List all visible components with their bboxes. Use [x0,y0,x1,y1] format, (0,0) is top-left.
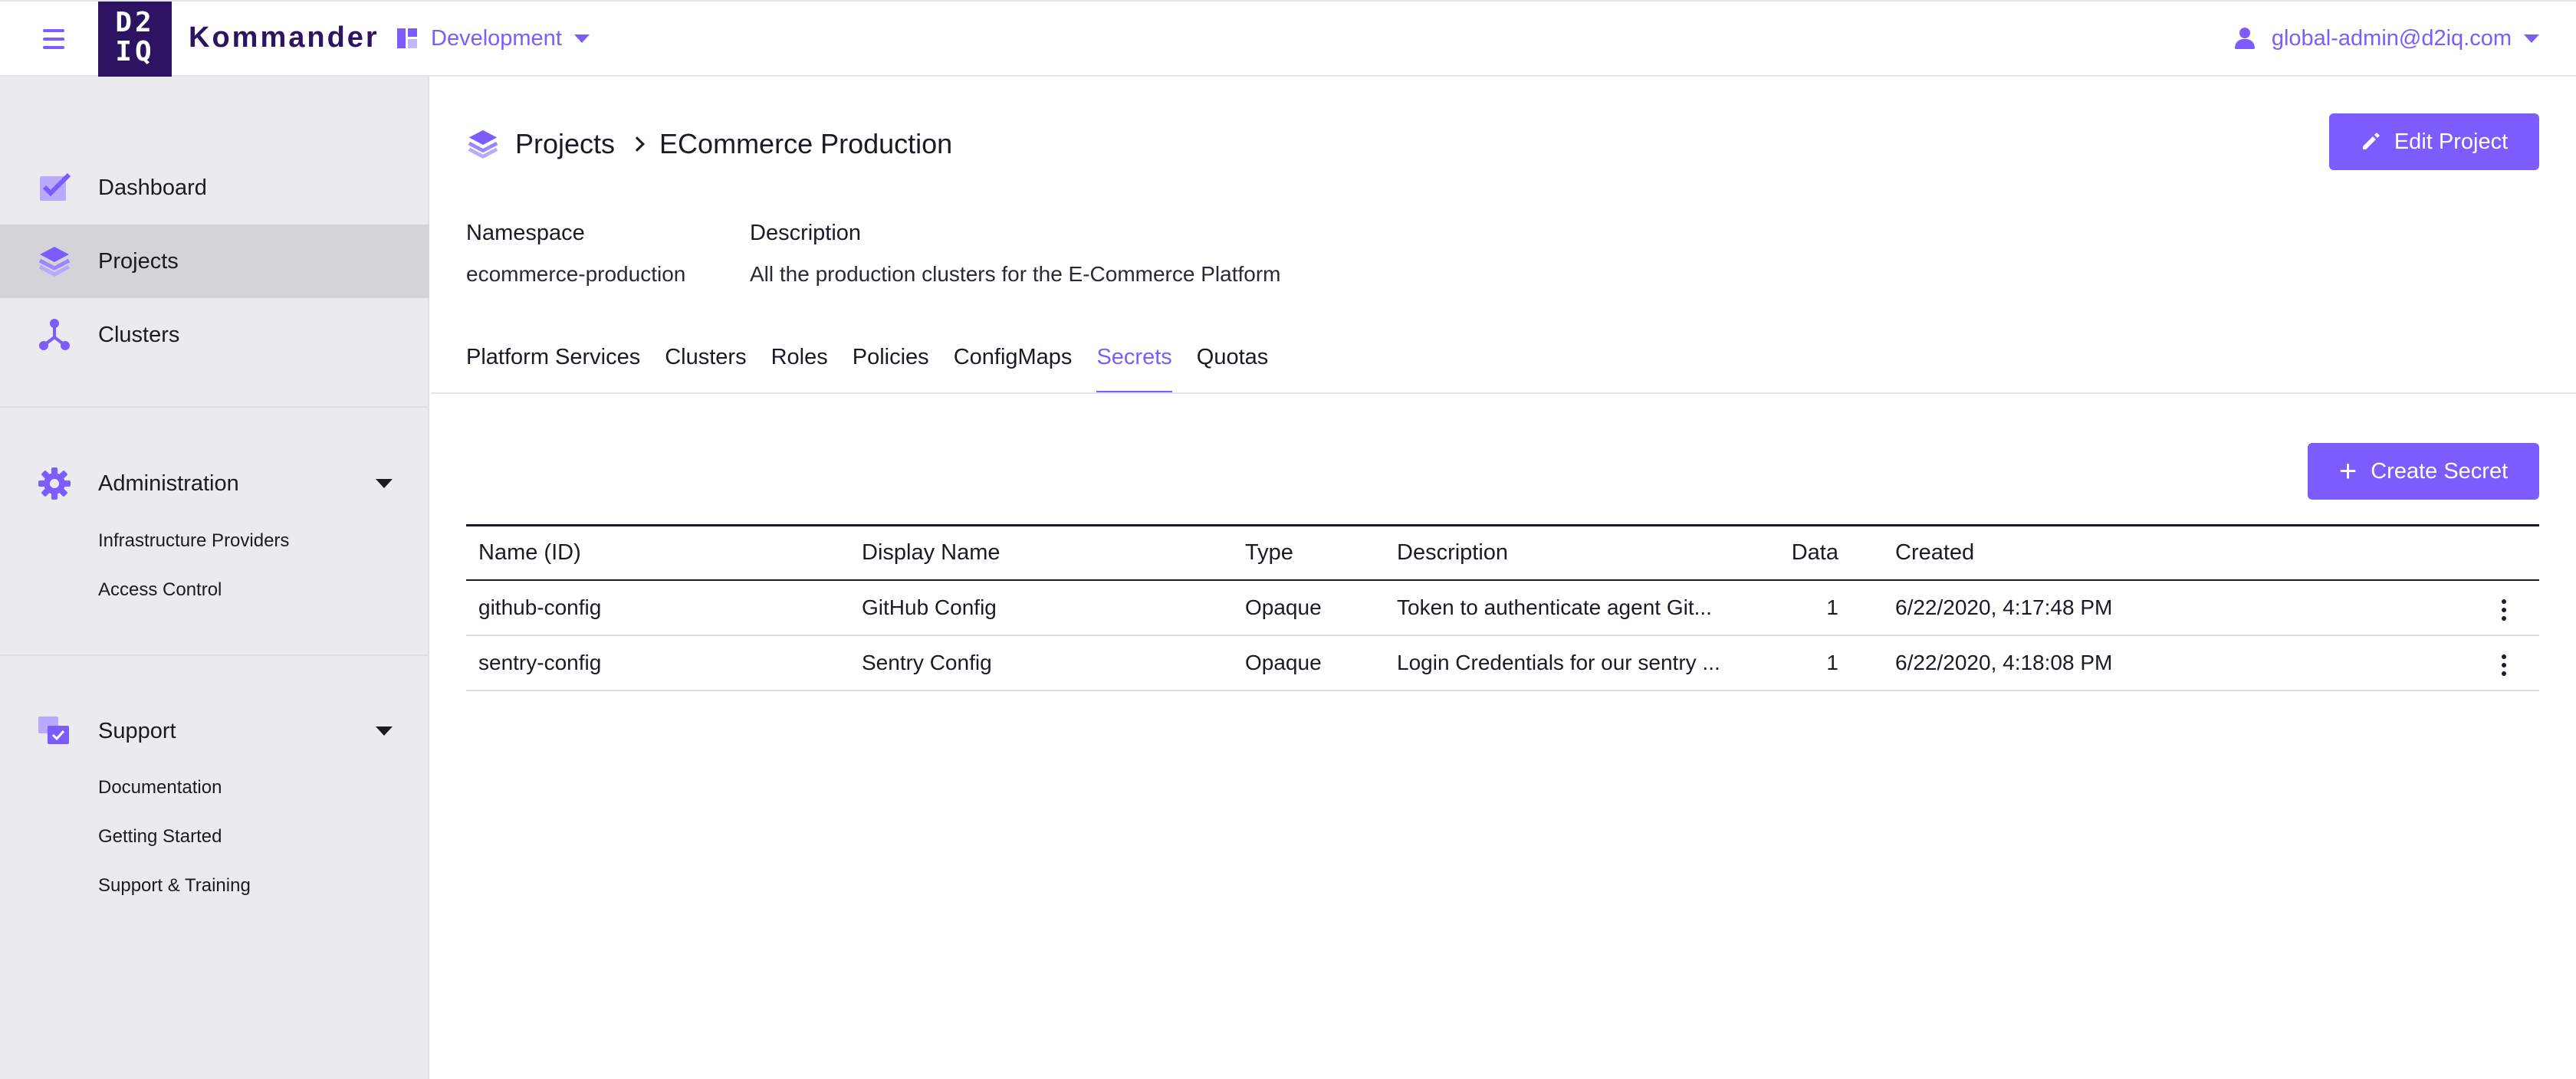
cell-name[interactable]: sentry-config [478,636,846,690]
breadcrumb-projects-link[interactable]: Projects [515,128,615,160]
cell-created: 6/22/2020, 4:17:48 PM [1895,595,2113,619]
sidebar-item-label: Projects [98,248,179,274]
column-header-type[interactable]: Type [1245,526,1383,579]
table-row[interactable]: github-config GitHub Config Opaque Token… [466,581,2539,636]
sidebar-divider [0,654,428,656]
support-icon [38,717,69,744]
tabs-divider [431,392,2576,394]
tab-secrets[interactable]: Secrets [1096,339,1173,394]
cell-name[interactable]: github-config [478,581,846,635]
top-header: D2 IQ Kommander Development global-admin… [0,0,2576,77]
cell-data: 1 [1826,595,1838,619]
hamburger-menu-icon[interactable] [43,29,67,51]
cell-display-name: Sentry Config [862,651,992,674]
sidebar-item-documentation[interactable]: Documentation [98,777,222,799]
description-label: Description [750,221,862,245]
sidebar-section-label: Support [98,718,176,743]
description-value: All the production clusters for the E-Co… [750,262,1281,286]
pencil-icon [2362,133,2380,149]
main-content: Projects ECommerce Production Edit Proje… [431,77,2576,1079]
cell-display-name: GitHub Config [862,595,997,619]
gear-icon [38,467,71,500]
cell-description: Login Credentials for our sentry ... [1397,651,1720,674]
sidebar-item-support-training[interactable]: Support & Training [98,875,251,897]
cell-type: Opaque [1245,595,1322,619]
table-row[interactable]: sentry-config Sentry Config Opaque Login… [466,636,2539,691]
sidebar-item-label: Dashboard [98,175,207,200]
sidebar: Dashboard Projects Clusters Administrati… [0,77,429,1079]
project-tabs: Platform Services Clusters Roles Policie… [466,339,1293,394]
table-header: Name (ID) Display Name Type Description … [466,524,2539,581]
more-options-icon[interactable] [2501,599,2507,621]
user-email: global-admin@d2iq.com [2271,25,2512,51]
sidebar-item-dashboard[interactable]: Dashboard [0,151,429,225]
column-header-display-name[interactable]: Display Name [862,526,1230,579]
chevron-down-icon [573,34,590,43]
sidebar-item-getting-started[interactable]: Getting Started [98,826,222,848]
user-icon [2234,28,2255,49]
tab-policies[interactable]: Policies [853,339,929,394]
sidebar-item-label: Clusters [98,322,180,347]
chevron-down-icon[interactable] [376,726,393,736]
secrets-table: Name (ID) Display Name Type Description … [466,524,2539,691]
edit-project-label: Edit Project [2394,129,2509,154]
clusters-icon [39,319,70,350]
column-header-name[interactable]: Name (ID) [478,526,846,579]
namespace-label: Namespace [466,221,585,245]
sidebar-item-infrastructure-providers[interactable]: Infrastructure Providers [98,530,289,552]
cell-description: Token to authenticate agent Git... [1397,595,1712,619]
sidebar-item-projects[interactable]: Projects [0,225,429,298]
projects-icon [38,247,71,277]
sidebar-item-access-control[interactable]: Access Control [98,579,222,601]
tab-quotas[interactable]: Quotas [1197,339,1269,394]
cell-data: 1 [1826,651,1838,674]
breadcrumb: Projects ECommerce Production [466,123,952,166]
chevron-down-icon[interactable] [376,479,393,488]
sidebar-section-label: Administration [98,471,239,496]
column-header-created[interactable]: Created [1895,526,2355,579]
create-secret-button[interactable]: + Create Secret [2308,443,2539,500]
sidebar-divider [0,406,428,408]
cell-type: Opaque [1245,651,1322,674]
workspace-icon [397,28,417,48]
edit-project-button[interactable]: Edit Project [2329,113,2539,170]
chevron-right-icon [629,136,645,152]
projects-icon [468,130,498,159]
sidebar-section-support[interactable]: Support [0,694,429,768]
cell-created: 6/22/2020, 4:18:08 PM [1895,651,2113,674]
tab-platform-services[interactable]: Platform Services [466,339,640,394]
create-secret-label: Create Secret [2371,458,2509,484]
tab-clusters[interactable]: Clusters [665,339,746,394]
tab-configmaps[interactable]: ConfigMaps [954,339,1073,394]
plus-icon: + [2338,454,2358,488]
namespace-value: ecommerce-production [466,262,686,286]
sidebar-item-clusters[interactable]: Clusters [0,298,429,372]
d2iq-logo[interactable]: D2 IQ [98,2,172,77]
brand-name: Kommander [189,21,380,54]
chevron-down-icon [2524,34,2539,43]
page-title: ECommerce Production [659,128,953,159]
environment-selector[interactable]: Development [397,23,590,54]
environment-label: Development [431,25,562,51]
tab-roles[interactable]: Roles [771,339,828,394]
sidebar-section-administration[interactable]: Administration [0,447,429,520]
dashboard-icon [40,172,71,201]
user-menu[interactable]: global-admin@d2iq.com [2234,23,2539,54]
column-header-data[interactable]: Data [1765,526,1838,579]
column-header-description[interactable]: Description [1397,526,1734,579]
more-options-icon[interactable] [2501,654,2507,676]
